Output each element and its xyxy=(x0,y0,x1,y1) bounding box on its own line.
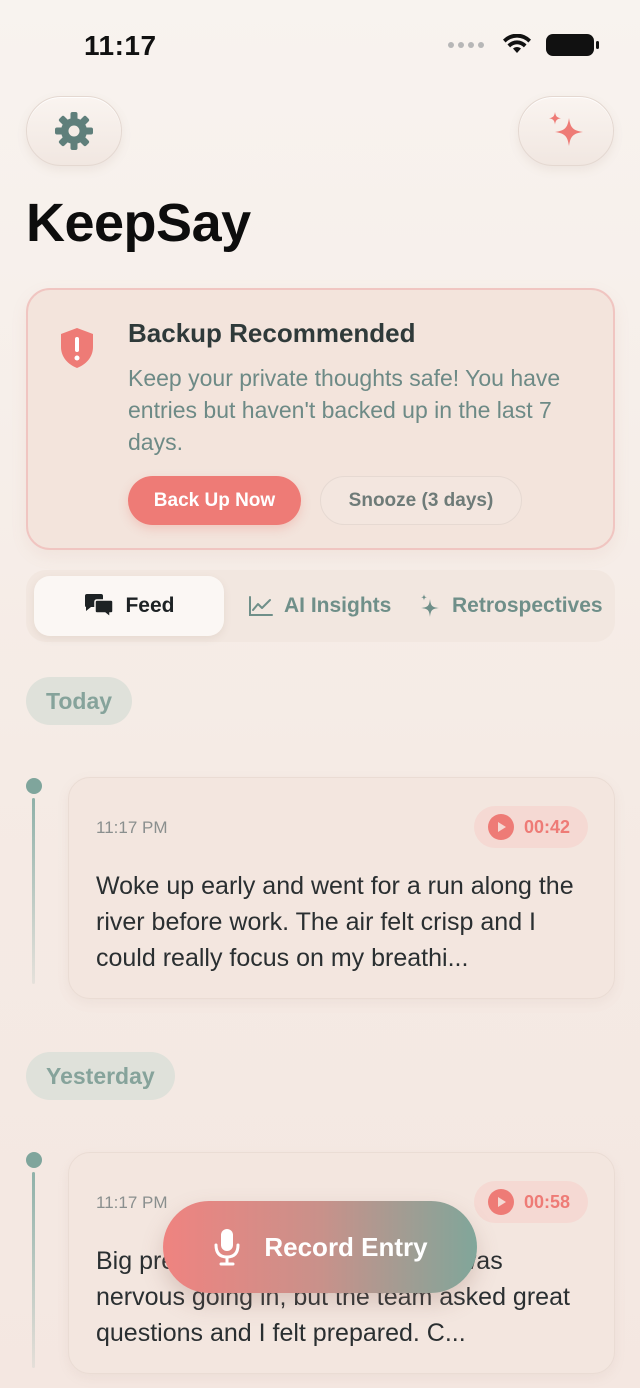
sparkle-icon xyxy=(421,594,439,617)
entry-time: 11:17 PM xyxy=(96,1193,168,1212)
sparkles-icon xyxy=(549,112,583,146)
timeline-dot xyxy=(26,778,42,794)
wifi-icon xyxy=(503,34,531,53)
record-entry-label: Record Entry xyxy=(264,1231,428,1262)
tab-retrospectives[interactable]: Retrospectives xyxy=(418,576,603,636)
play-icon xyxy=(487,814,514,840)
tab-bar: Feed AI Insights Retrospectives xyxy=(26,570,615,642)
snooze-button[interactable]: Snooze (3 days) xyxy=(320,476,522,525)
shield-alert-icon xyxy=(61,328,93,368)
tab-ai-insights[interactable]: AI Insights xyxy=(248,576,391,636)
tab-feed-label: Feed xyxy=(125,594,175,617)
chat-bubbles-icon xyxy=(85,594,115,619)
section-header-today: Today xyxy=(26,677,133,725)
entry-preview-text: Woke up early and went for a run along t… xyxy=(96,872,574,972)
microphone-icon xyxy=(214,1229,240,1266)
play-icon xyxy=(487,1189,514,1215)
audio-duration: 00:42 xyxy=(523,816,570,837)
entry-time: 11:17 PM xyxy=(96,818,168,837)
backup-message: Keep your private thoughts safe! You hav… xyxy=(128,365,561,455)
record-entry-button[interactable]: Record Entry xyxy=(163,1201,477,1293)
cellular-signal-icon xyxy=(448,42,484,48)
timeline-line xyxy=(32,1172,35,1368)
timeline-dot xyxy=(26,1152,42,1168)
back-up-now-button[interactable]: Back Up Now xyxy=(128,476,301,525)
gear-icon xyxy=(55,112,93,150)
timeline-line xyxy=(32,798,35,984)
journal-entry-card[interactable]: 11:17 PM 00:42 Woke up early and went fo… xyxy=(68,777,615,999)
chart-line-icon xyxy=(249,596,273,616)
battery-icon xyxy=(546,34,599,56)
backup-banner: Backup Recommended Keep your private tho… xyxy=(26,288,615,550)
status-icons xyxy=(448,34,599,56)
status-time: 11:17 xyxy=(84,30,157,61)
app-title: KeepSay xyxy=(26,193,251,253)
audio-play-button[interactable]: 00:58 xyxy=(473,1181,588,1223)
tab-ai-insights-label: AI Insights xyxy=(284,594,392,617)
tab-retrospectives-label: Retrospectives xyxy=(452,594,603,617)
backup-title: Backup Recommended xyxy=(128,318,416,348)
tab-feed[interactable]: Feed xyxy=(34,576,224,636)
settings-button[interactable] xyxy=(26,96,122,166)
audio-duration: 00:58 xyxy=(523,1191,570,1212)
ai-sparkle-button[interactable] xyxy=(518,96,614,166)
section-header-yesterday: Yesterday xyxy=(26,1052,175,1100)
status-bar: 11:17 xyxy=(0,0,640,90)
audio-play-button[interactable]: 00:42 xyxy=(473,806,588,848)
